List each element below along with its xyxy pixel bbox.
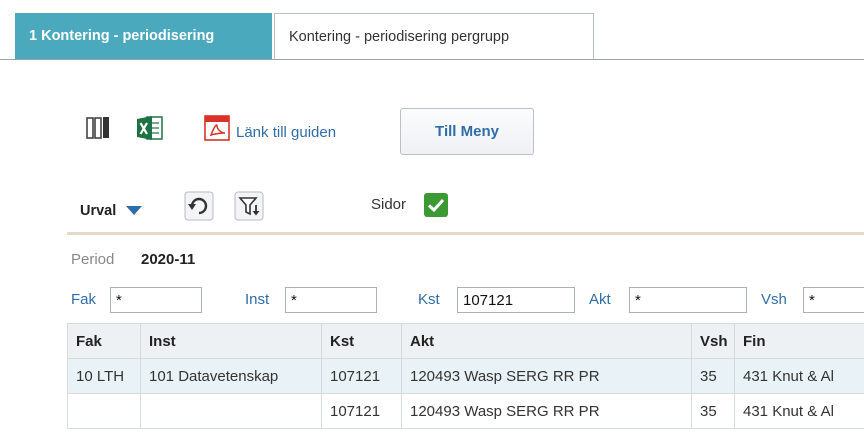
vsh-filter-label: Vsh (761, 291, 787, 308)
col-header-inst[interactable]: Inst (140, 323, 322, 359)
sidor-checkbox[interactable] (424, 193, 448, 217)
col-header-akt[interactable]: Akt (401, 323, 692, 359)
results-table: Fak Inst Kst Akt Vsh Fin 10 LTH 101 Data… (67, 323, 864, 429)
col-header-fin[interactable]: Fin (734, 323, 864, 359)
tab-underline (0, 59, 864, 60)
cell-vsh: 35 (691, 358, 735, 394)
table-header: Fak Inst Kst Akt Vsh Fin (67, 323, 864, 359)
urval-dropdown[interactable]: Urval (80, 203, 116, 219)
section-divider (67, 232, 864, 235)
caret-down-icon[interactable] (126, 206, 142, 215)
cell-inst: 101 Datavetenskap (140, 358, 322, 394)
fak-filter-input[interactable] (110, 287, 202, 313)
period-value: 2020-11 (141, 251, 196, 268)
table-row[interactable]: 10 LTH 101 Datavetenskap 107121 120493 W… (67, 358, 864, 394)
cell-inst (140, 393, 322, 429)
cell-kst: 107121 (321, 393, 402, 429)
col-header-fak[interactable]: Fak (67, 323, 141, 359)
akt-filter-input[interactable] (629, 287, 747, 313)
vsh-filter-input[interactable] (803, 287, 864, 313)
columns-icon[interactable] (84, 114, 112, 145)
excel-icon[interactable] (135, 113, 165, 146)
tab-kontering-periodisering[interactable]: 1 Kontering - periodisering (15, 13, 272, 59)
cell-fak: 10 LTH (67, 358, 141, 394)
till-meny-button[interactable]: Till Meny (400, 108, 534, 155)
cell-kst: 107121 (321, 358, 402, 394)
akt-filter-label: Akt (589, 291, 611, 308)
cell-fin: 431 Knut & Al (734, 393, 864, 429)
col-header-vsh[interactable]: Vsh (691, 323, 735, 359)
kst-filter-label: Kst (418, 291, 440, 308)
refresh-icon[interactable] (184, 191, 214, 224)
tab-kontering-periodisering-pergrupp[interactable]: Kontering - periodisering pergrupp (274, 13, 594, 59)
sidor-label: Sidor (371, 196, 407, 213)
kst-filter-input[interactable] (457, 287, 575, 313)
guide-link[interactable]: Länk till guiden (236, 124, 336, 141)
period-label: Period (71, 251, 115, 268)
tab-bar: 1 Kontering - periodisering Kontering - … (0, 0, 864, 60)
pdf-icon[interactable] (202, 113, 232, 146)
filter-down-icon[interactable] (234, 191, 264, 224)
cell-fin: 431 Knut & Al (734, 358, 864, 394)
fak-filter-label: Fak (71, 291, 97, 308)
cell-akt: 120493 Wasp SERG RR PR (401, 393, 692, 429)
cell-vsh: 35 (691, 393, 735, 429)
cell-akt: 120493 Wasp SERG RR PR (401, 358, 692, 394)
cell-fak (67, 393, 141, 429)
col-header-kst[interactable]: Kst (321, 323, 402, 359)
inst-filter-label: Inst (245, 291, 270, 308)
table-row[interactable]: 107121 120493 Wasp SERG RR PR 35 431 Knu… (67, 393, 864, 429)
check-icon (427, 198, 445, 213)
inst-filter-input[interactable] (285, 287, 377, 313)
